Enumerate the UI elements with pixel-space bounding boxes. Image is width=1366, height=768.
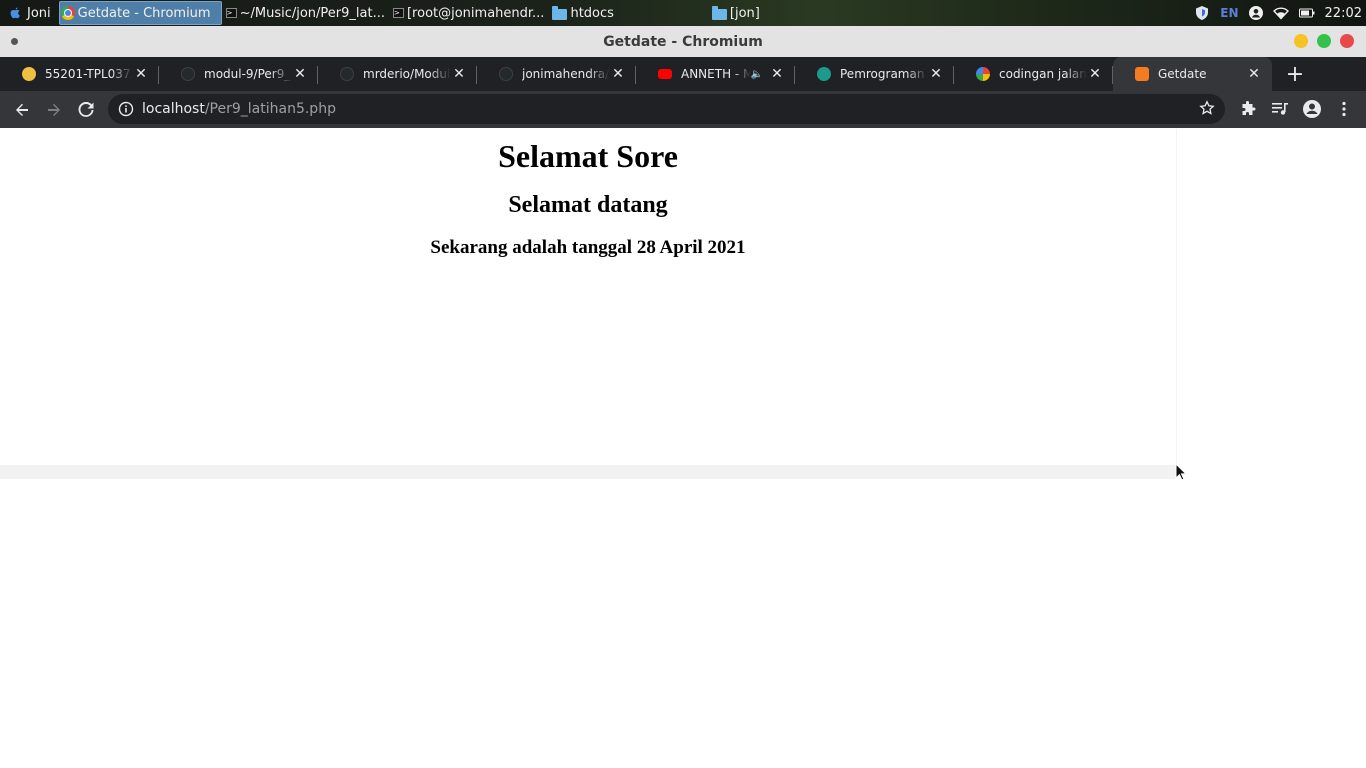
taskbar-item-root-terminal[interactable]: > [root@jonimahendr... — [389, 1, 548, 25]
close-tab-icon[interactable]: ✕ — [292, 66, 308, 82]
system-tray: EN 22:02 — [1194, 0, 1366, 26]
taskbar-item-chromium[interactable]: Getdate - Chromium — [58, 1, 222, 25]
github-icon — [340, 67, 354, 81]
taskbar-item-label: [root@jonimahendr... — [406, 5, 545, 21]
back-arrow-icon — [16, 103, 28, 116]
window-controls — [1294, 34, 1354, 48]
back-button[interactable] — [6, 94, 38, 126]
favicon-icon — [22, 67, 36, 81]
tab-title: Pemrograman W… — [840, 67, 928, 81]
terminal-icon: > — [392, 8, 404, 18]
keyboard-layout-indicator[interactable]: EN — [1220, 6, 1238, 20]
taskbar-item-htdocs[interactable]: htdocs — [548, 1, 617, 25]
close-tab-icon[interactable]: ✕ — [133, 66, 149, 82]
battery-icon[interactable] — [1298, 8, 1315, 18]
media-controls-button[interactable] — [1264, 93, 1296, 125]
folder-icon — [552, 5, 568, 20]
playlist-icon — [1272, 103, 1288, 115]
close-tab-icon[interactable]: ✕ — [1087, 66, 1103, 82]
greeting-heading: Selamat Sore — [498, 138, 678, 174]
close-tab-icon[interactable]: ✕ — [769, 66, 785, 82]
close-tab-icon[interactable]: ✕ — [928, 66, 944, 82]
reload-button[interactable] — [70, 94, 102, 126]
chrome-menu-button[interactable] — [1328, 93, 1360, 125]
toolbar-actions — [1232, 93, 1360, 125]
tab-mrderio[interactable]: mrderio/Modul-9… ✕ — [318, 57, 477, 91]
user-name: Joni — [27, 5, 51, 21]
welcome-heading: Selamat datang — [508, 192, 668, 218]
terminal-icon: > — [225, 8, 237, 18]
mouse-cursor-icon — [1175, 463, 1187, 481]
window-edge-divider — [1176, 129, 1177, 465]
tab-55201[interactable]: 55201-TPL0373-… ✕ — [0, 57, 159, 91]
profile-button[interactable] — [1296, 93, 1328, 125]
tab-title: modul-9/Per9_lat… — [204, 67, 292, 81]
close-window-button[interactable] — [1340, 34, 1354, 48]
url-path: /Per9_latihan5.php — [204, 101, 336, 117]
audio-playing-icon[interactable]: 🔈 — [751, 69, 763, 80]
github-icon — [181, 67, 195, 81]
chromium-icon — [60, 6, 75, 20]
tab-getdate[interactable]: Getdate ✕ — [1113, 57, 1272, 91]
close-tab-icon[interactable]: ✕ — [451, 66, 467, 82]
tab-modul-9[interactable]: modul-9/Per9_lat… ✕ — [159, 57, 318, 91]
tab-title: Getdate — [1158, 67, 1207, 81]
window-bottom-edge — [0, 465, 1176, 479]
taskbar-item-music-terminal[interactable]: > ~/Music/jon/Per9_lat... — [222, 1, 389, 25]
date-heading: Sekarang adalah tanggal 28 April 2021 — [430, 237, 746, 258]
window-titlebar[interactable]: Getdate - Chromium — [0, 26, 1366, 57]
apple-icon — [10, 7, 20, 19]
extensions-button[interactable] — [1232, 93, 1264, 125]
tab-anneth[interactable]: ANNETH - M… 🔈 ✕ — [636, 57, 795, 91]
maximize-button[interactable] — [1317, 34, 1331, 48]
taskbar-item-label: Getdate - Chromium — [77, 5, 211, 21]
close-tab-icon[interactable]: ✕ — [610, 66, 626, 82]
taskbar-item-jon[interactable]: [jon] — [708, 1, 764, 25]
minimize-button[interactable] — [1294, 34, 1308, 48]
more-vertical-icon — [1342, 101, 1346, 117]
xampp-icon — [1135, 67, 1149, 81]
tab-title: codingan jalanka… — [999, 67, 1087, 81]
puzzle-icon — [1242, 101, 1256, 115]
web-page-content: Selamat Sore Selamat datang Sekarang ada… — [0, 129, 1176, 465]
forward-button[interactable] — [38, 94, 70, 126]
tab-title: jonimahendra/m… — [522, 67, 610, 81]
youtube-icon — [658, 69, 672, 79]
app-menu[interactable]: Joni — [0, 0, 59, 26]
browser-toolbar: localhost/Per9_latihan5.php — [0, 91, 1366, 128]
url-host: localhost — [142, 101, 205, 117]
folder-icon — [711, 5, 727, 20]
window-menu-dot-icon[interactable] — [11, 38, 18, 45]
tab-title: 55201-TPL0373-… — [45, 67, 133, 81]
tab-pemrograman[interactable]: Pemrograman W… ✕ — [795, 57, 954, 91]
tab-strip: 55201-TPL0373-… ✕ modul-9/Per9_lat… ✕ mr… — [0, 57, 1366, 91]
tab-jonimahendra[interactable]: jonimahendra/m… ✕ — [477, 57, 636, 91]
window-title: Getdate - Chromium — [603, 33, 763, 50]
info-icon[interactable] — [118, 101, 134, 117]
forward-arrow-icon — [48, 103, 60, 116]
taskbar-item-label: ~/Music/jon/Per9_lat... — [239, 5, 385, 21]
address-bar[interactable]: localhost/Per9_latihan5.php — [108, 94, 1225, 124]
shield-icon[interactable] — [1194, 5, 1210, 21]
clock[interactable]: 22:02 — [1325, 6, 1362, 21]
reload-icon — [78, 101, 94, 117]
favicon-icon — [817, 67, 831, 81]
system-panel: Joni Getdate - Chromium > ~/Music/jon/Pe… — [0, 0, 1366, 26]
close-tab-icon[interactable]: ✕ — [1246, 66, 1262, 82]
user-account-icon[interactable] — [1248, 6, 1263, 20]
account-circle-icon — [1303, 100, 1321, 118]
github-icon — [499, 67, 513, 81]
tab-codingan[interactable]: codingan jalanka… ✕ — [954, 57, 1113, 91]
bookmark-star-icon[interactable] — [1199, 100, 1215, 116]
taskbar-item-label: [jon] — [729, 5, 760, 21]
tab-title: ANNETH - M… — [681, 67, 751, 81]
google-icon — [976, 67, 990, 81]
new-tab-button[interactable]: + — [1278, 57, 1312, 91]
taskbar-item-label: htdocs — [570, 5, 614, 21]
wifi-icon[interactable] — [1272, 6, 1289, 20]
tab-title: mrderio/Modul-9… — [363, 67, 451, 81]
